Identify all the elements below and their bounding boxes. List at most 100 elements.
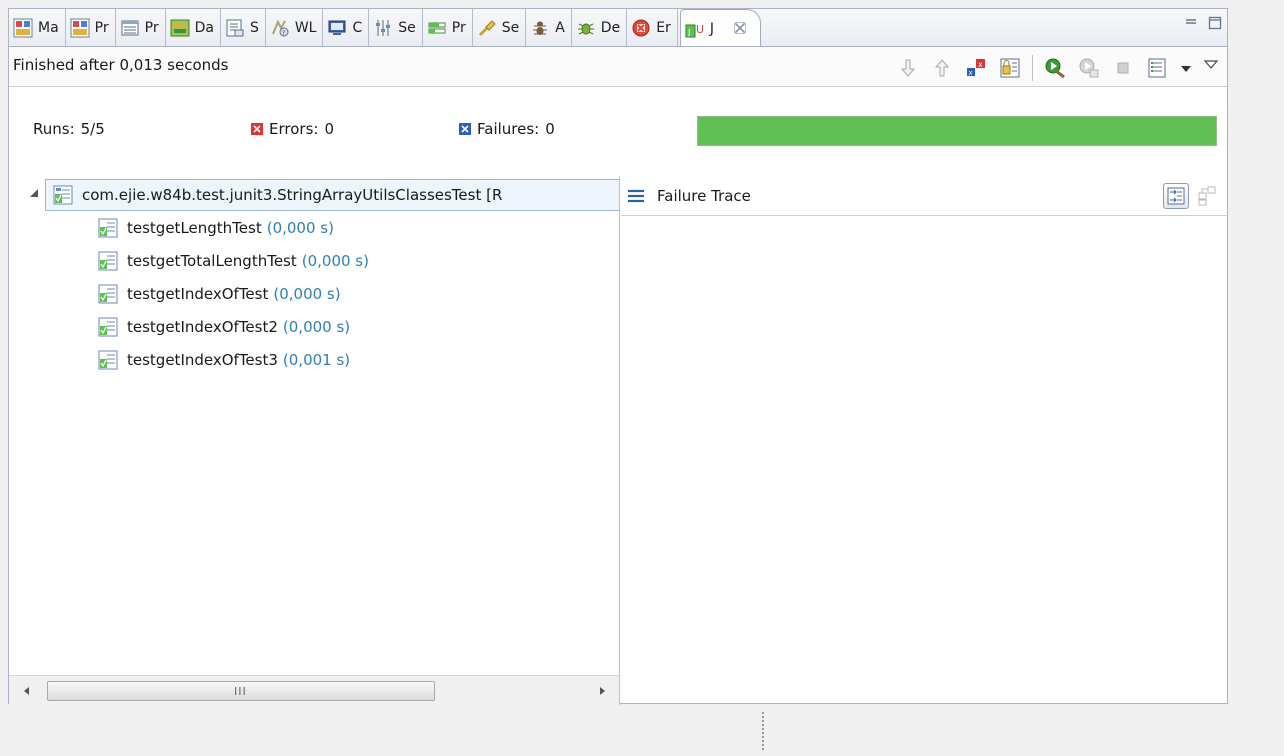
test-progress-bar [697,116,1217,146]
errors-value: 0 [324,120,334,138]
scroll-lock-button[interactable] [998,56,1022,80]
expand-arrow-icon[interactable] [29,188,39,198]
junit-view: Finished after 0,013 seconds xx Runs: 5/… [8,46,1228,705]
tab-debug[interactable]: De [572,9,628,46]
markers-icon [13,18,33,37]
error-log-icon [632,19,650,36]
tab-label: S [249,19,259,36]
junit-icon: JU [685,23,704,37]
rerun-failed-icon [1079,58,1099,78]
failure-trace-pane: Failure Trace [621,176,1227,705]
stop-button[interactable] [1111,56,1135,80]
failures-counter: Failures: 0 [459,120,555,138]
filter-stack-trace-button[interactable] [1163,183,1189,209]
tab-problems[interactable]: Pr [116,9,166,46]
tab-search[interactable]: Se [473,9,527,46]
view-menu-button[interactable] [1203,56,1219,80]
next-failure-button[interactable] [896,56,920,80]
debug-icon [577,23,594,34]
tab-properties[interactable]: Pr [66,9,116,46]
test-suite-ok-icon [53,185,73,205]
sash-grip[interactable] [762,712,764,752]
view-tab-strip: Ma Pr Pr Da S ? WL C Se Pr Se A De Er J … [8,8,1228,47]
horizontal-scrollbar[interactable]: III [9,675,619,705]
failure-trace-title: Failure Trace [657,186,751,205]
status-bar: Finished after 0,013 seconds xx [9,47,1227,87]
scroll-lock-icon [1000,58,1020,78]
weblogic-icon: ? [271,19,289,37]
chevron-down-icon [1181,66,1191,72]
test-case-row[interactable]: testgetIndexOfTest (0,000 s) [97,278,341,310]
history-dropdown-button[interactable] [1179,56,1193,80]
tab-console[interactable]: C [323,9,370,46]
test-case-time: (0,000 s) [301,252,369,270]
errors-label: Errors: [269,120,319,138]
tab-label: J [709,20,714,37]
failure-trace-toolbar [1163,183,1217,209]
tab-label: Pr [94,19,109,36]
history-icon [1148,58,1166,78]
view-toolbar: xx [896,55,1219,81]
test-case-row[interactable]: testgetLengthTest (0,000 s) [97,212,334,244]
filter-trace-icon [1167,187,1185,205]
test-case-time: (0,001 s) [282,351,351,369]
tab-ant[interactable]: A [526,9,572,46]
runs-value: 5/5 [80,120,105,138]
stack-trace-icon [628,189,644,202]
test-case-row[interactable]: testgetTotalLengthTest (0,000 s) [97,245,369,277]
snippets-icon [226,19,244,36]
test-case-name: testgetTotalLengthTest [127,252,297,270]
tab-label: Pr [451,19,466,36]
tab-label: WL [294,19,317,36]
tab-label: De [600,19,621,36]
failure-icon [459,123,471,135]
tab-label: Ma [38,19,59,36]
servers-icon [376,19,391,36]
test-case-row[interactable]: testgetIndexOfTest2 (0,000 s) [97,311,350,343]
test-ok-icon [98,350,118,370]
svg-text:U: U [696,23,704,36]
compare-icon [1198,186,1216,206]
tab-error-log[interactable]: Er [627,9,678,46]
scrollbar-thumb[interactable]: III [47,681,435,701]
tab-list: Ma Pr Pr Da S ? WL C Se Pr Se A De Er J … [9,9,761,47]
tab-markers[interactable]: Ma [9,9,66,46]
tab-junit[interactable]: JU J [679,9,761,47]
test-case-time: (0,000 s) [266,219,334,237]
tab-servers[interactable]: Se [369,9,423,46]
tab-weblogic[interactable]: ? WL [266,9,324,46]
tab-progress[interactable]: Pr [423,9,473,46]
minimize-icon[interactable] [1183,15,1199,31]
previous-failure-button[interactable] [930,56,954,80]
scroll-left-icon[interactable] [21,685,33,697]
progress-icon [428,22,446,33]
tab-label: Se [501,19,520,36]
show-failures-only-button[interactable]: xx [964,56,988,80]
test-ok-icon [98,251,118,271]
scroll-right-icon[interactable] [596,685,608,697]
test-case-name: testgetLengthTest [127,219,262,237]
test-case-time: (0,000 s) [282,318,351,336]
test-ok-icon [98,317,118,337]
maximize-icon[interactable] [1207,15,1223,31]
test-tree: com.ejie.w84b.test.junit3.StringArrayUti… [9,176,619,666]
test-case-row[interactable]: testgetIndexOfTest3 (0,001 s) [97,344,350,376]
test-suite-row[interactable]: com.ejie.w84b.test.junit3.StringArrayUti… [45,179,619,211]
tab-data-source[interactable]: Da [166,9,221,46]
tab-snippets[interactable]: S [221,9,266,46]
arrow-up-icon [934,59,950,77]
close-icon[interactable] [732,20,748,36]
tab-label: Er [656,19,671,36]
test-ok-icon [98,284,118,304]
stop-icon [1117,62,1129,74]
arrow-down-icon [900,59,916,77]
compare-result-button[interactable] [1197,185,1217,207]
error-icon [251,123,263,135]
counter-panel: Runs: 5/5 Errors: 0 Failures: 0 [9,88,1227,176]
test-run-history-button[interactable] [1145,56,1169,80]
rerun-failed-first-button[interactable] [1077,56,1101,80]
rerun-test-button[interactable] [1043,56,1067,80]
properties-icon [70,18,90,37]
svg-text:x: x [978,60,983,69]
test-case-name: testgetIndexOfTest2 [127,318,278,336]
